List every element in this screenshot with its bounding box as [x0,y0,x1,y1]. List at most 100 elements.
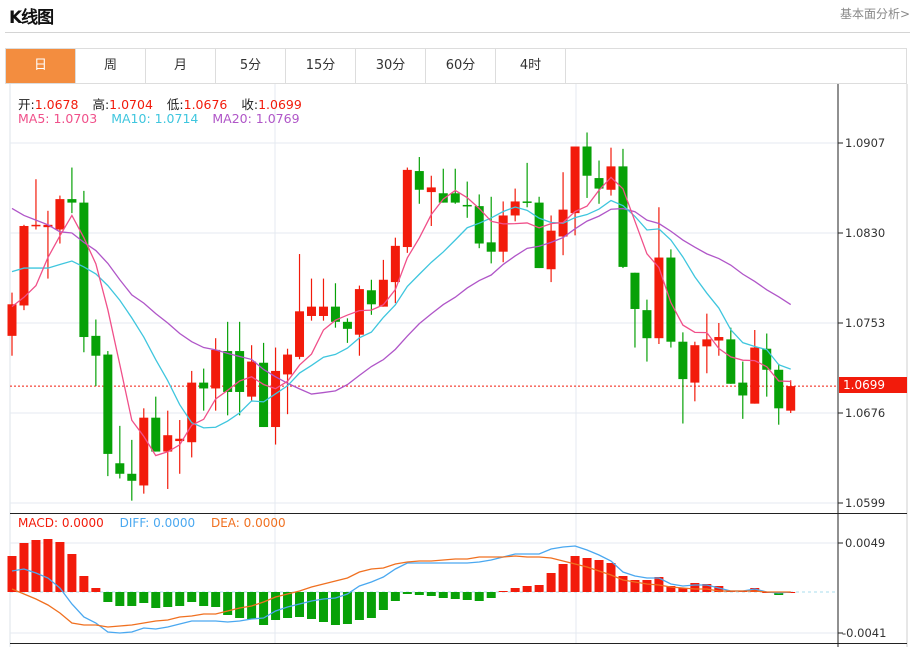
macd-bar [91,588,101,592]
macd-bar [187,592,197,602]
macd-bar [642,580,652,592]
candle-body [486,242,496,252]
candle-body [67,199,77,203]
candle-body [139,417,149,486]
candle-body [690,345,700,383]
candle-body [259,362,269,428]
candle-body [91,335,101,356]
macd-bar [283,592,293,618]
candle-body [462,204,472,207]
macd-bar [546,573,556,592]
ma5-legend: MA5: 1.0703 [18,111,98,126]
macd-tick: 0.0049 [845,536,886,550]
high-value: 1.0704 [109,97,153,112]
candle-body [582,146,592,176]
macd-bar [498,591,508,592]
macd-bar [103,592,113,602]
candle-body [570,146,580,214]
candle-body [79,202,89,338]
candle-body [295,311,305,357]
candle-body [666,257,676,342]
price-tick: 1.0907 [845,136,886,150]
close-label: 收: [241,97,259,112]
low-value: 1.0676 [183,97,228,112]
open-value: 1.0678 [34,97,79,112]
macd-bar [127,592,137,606]
candle-body [163,435,173,452]
macd-bar [175,592,185,606]
candle-body [31,224,41,227]
macd-bar [211,592,221,607]
candle-body [522,201,532,203]
macd-bar [139,592,149,603]
candle-body [630,272,640,309]
high-label: 高: [92,97,110,112]
price-tick: 1.0599 [845,496,886,510]
candle-body [750,347,760,404]
price-tick: 1.0753 [845,316,886,330]
macd-bar [438,592,448,598]
candle-body [378,279,388,307]
macd-bar [67,554,77,592]
dea-value: DEA: 0.0000 [210,516,286,530]
macd-bar [582,558,592,592]
macd-bar [450,592,460,599]
candle-body [127,473,137,481]
macd-bar [594,560,604,592]
candle-body [654,257,664,339]
macd-bar [318,592,328,622]
candle-body [271,370,281,428]
macd-bar [307,592,316,619]
candle-body [774,369,784,409]
candle-body [498,215,508,252]
macd-bar [462,592,472,600]
candle-body [318,306,328,316]
candle-body [702,339,712,347]
candle-body [738,382,748,396]
candle-body [283,354,293,375]
macd-legend: MACD: 0.0000 DIFF: 0.0000 DEA: 0.0000 [18,516,298,530]
candle-body [714,337,724,341]
macd-bar [522,586,532,592]
candle-body [426,187,436,193]
candle-body [402,169,412,248]
candle-body [199,382,209,389]
candle-body [450,193,460,203]
close-value: 1.0699 [258,97,302,112]
macd-bar [510,588,520,592]
candle-body [618,166,628,267]
candle-body [438,193,448,203]
macd-bar [79,576,89,592]
macd-bar [402,592,412,594]
macd-bar [151,592,161,608]
macd-bar [570,556,580,592]
candle-body [678,341,688,380]
price-tick: 1.0830 [845,226,886,240]
macd-bar [378,592,388,610]
macd-bar [199,592,209,606]
candle-body [726,339,736,384]
diff-value: DIFF: 0.0000 [119,516,196,530]
macd-tick: -0.0041 [842,626,887,640]
candle-body [534,202,544,269]
macd-bar [55,542,65,592]
macd-bar [354,592,364,620]
macd-bar [558,564,568,592]
macd-bar [366,592,376,618]
ma10-legend: MA10: 1.0714 [111,111,199,126]
macd-bar [426,592,436,596]
macd-bar [115,592,125,606]
macd-bar [342,592,352,624]
macd-bar [390,592,400,601]
macd-bar [474,592,484,601]
macd-bar [43,539,53,592]
macd-bar [414,592,424,595]
low-label: 低: [166,97,184,112]
open-label: 开: [18,97,35,112]
candle-body [7,304,17,336]
macd-bar [31,540,41,592]
macd-bar [534,585,544,592]
candle-body [103,354,113,454]
candle-body [786,386,796,411]
candle-body [307,306,316,316]
